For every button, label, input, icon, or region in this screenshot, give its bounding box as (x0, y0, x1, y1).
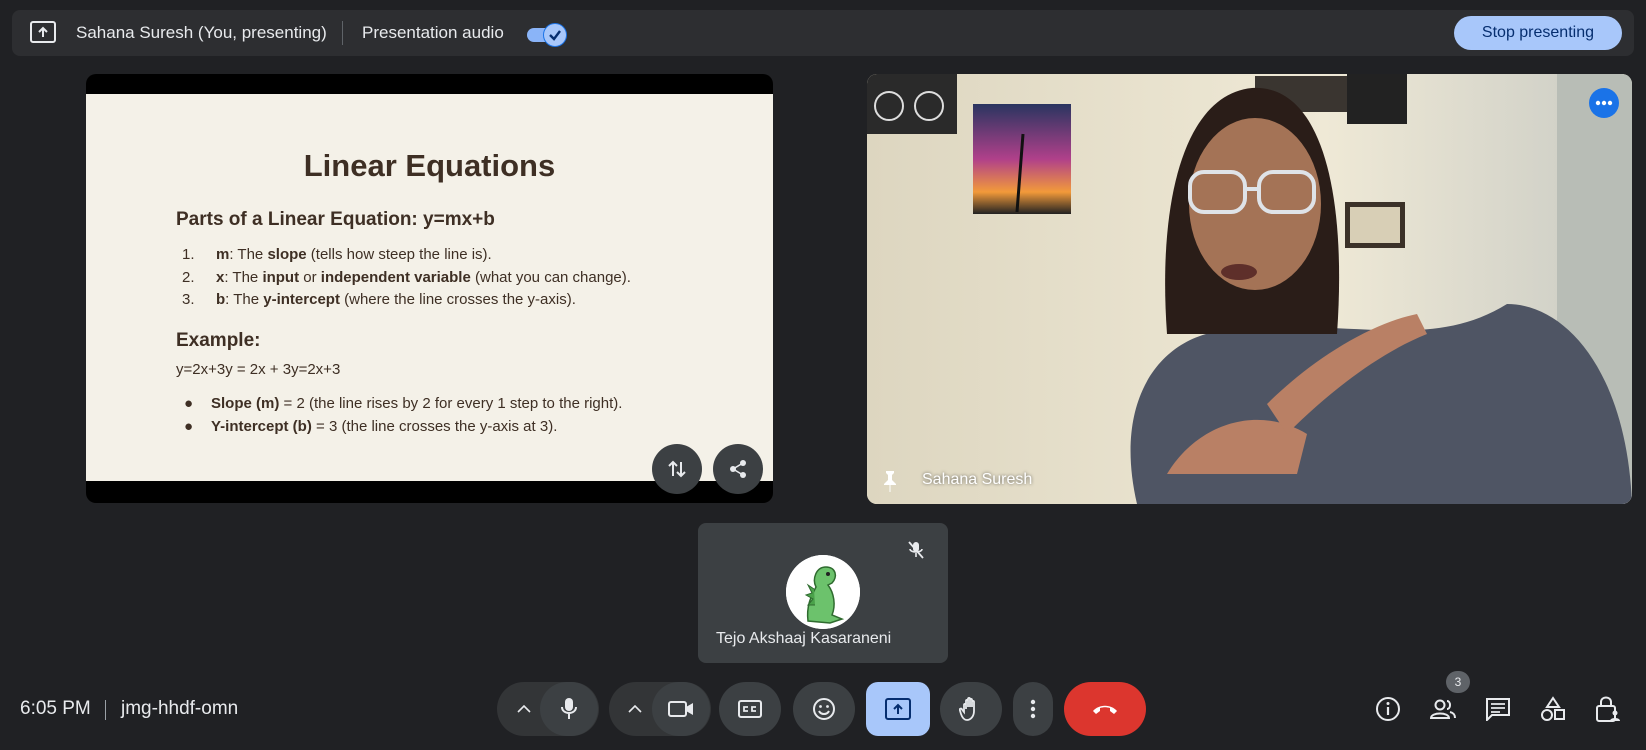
avatar (786, 555, 860, 629)
share-button[interactable] (713, 444, 763, 494)
video-settings-caret[interactable] (615, 682, 655, 736)
leave-call-button[interactable] (1064, 682, 1146, 736)
list-number: 3. (182, 291, 195, 308)
example-heading: Example: (176, 330, 261, 351)
share-icon (730, 460, 746, 478)
bullet-text: = 2 (the line rises by 2 for every 1 ste… (279, 395, 623, 412)
closed-captions-icon (738, 700, 762, 718)
raise-hand-button[interactable] (940, 682, 1002, 736)
list-text: : The (229, 246, 268, 263)
participant-name: Tejo Akshaaj Kasaraneni (716, 630, 892, 647)
list-item: ● Slope (m) = 2 (the line rises by 2 for … (184, 395, 623, 412)
pin-icon[interactable] (880, 469, 900, 493)
list-text: : The (224, 268, 263, 286)
list-text: (tells how steep the line is). (306, 246, 492, 263)
meeting-details-button[interactable] (1373, 694, 1403, 724)
end-call-icon (1093, 705, 1117, 714)
bullet-bold: Y-intercept (b) (211, 417, 312, 435)
bullet-text: = 3 (the line crosses the y-axis at 3). (311, 417, 558, 435)
chat-icon (1486, 698, 1510, 721)
activities-button[interactable] (1538, 694, 1568, 724)
list-bold: y-intercept (263, 291, 340, 308)
mic-off-icon (908, 541, 924, 559)
swap-layout-button[interactable] (652, 444, 702, 494)
reactions-button[interactable] (793, 682, 855, 736)
microphone-button[interactable] (540, 682, 598, 736)
presentation-audio-toggle[interactable] (527, 23, 571, 47)
more-horizontal-icon (1595, 100, 1613, 106)
meeting-code: jmg-hhdf-omn (121, 698, 239, 719)
chat-button[interactable] (1483, 694, 1513, 724)
divider (342, 21, 343, 45)
list-number: 1. (182, 246, 195, 263)
chevron-up-icon (628, 705, 642, 713)
presentation-tile: Linear Equations Parts of a Linear Equat… (86, 74, 773, 503)
list-term: b (216, 291, 226, 308)
swap-icon (668, 460, 686, 478)
list-text: (what you can change). (470, 268, 631, 286)
list-text: or (299, 268, 321, 286)
slide-title: Linear Equations (303, 148, 556, 183)
bullet-bold: Slope (m) (211, 395, 280, 412)
microphone-icon (561, 698, 577, 719)
chevron-up-icon (517, 705, 531, 713)
host-controls-button[interactable] (1593, 694, 1623, 724)
emoji-icon (813, 698, 835, 720)
list-bold: independent variable (320, 268, 471, 286)
shapes-icon (1541, 696, 1565, 721)
people-button[interactable] (1428, 694, 1458, 724)
stop-presenting-button[interactable]: Stop presenting (1453, 16, 1622, 50)
lock-person-icon (1596, 696, 1620, 722)
list-term: m (216, 246, 230, 263)
example-equation: y=2x+3y = 2x + 3y=2x+3 (176, 361, 341, 378)
people-icon (1429, 699, 1456, 719)
captions-button[interactable] (719, 682, 781, 736)
people-count-badge: 3 (1446, 671, 1470, 693)
slide: Linear Equations Parts of a Linear Equat… (86, 94, 773, 481)
camera-participant-name: Sahana Suresh (922, 471, 1033, 488)
presenter-label: Sahana Suresh (You, presenting) (76, 23, 327, 42)
audio-settings-caret[interactable] (504, 682, 544, 736)
present-to-all-icon (885, 698, 911, 720)
camera-button[interactable] (652, 682, 710, 736)
hand-icon (959, 696, 975, 721)
list-bold: slope (267, 246, 307, 263)
camera-video-tile (867, 74, 1632, 504)
present-screen-button[interactable] (866, 682, 930, 736)
slide-numbered-list: 1. m: The slope (tells how steep the line… (182, 244, 631, 312)
presentation-audio-label: Presentation audio (362, 23, 504, 42)
divider (105, 700, 106, 720)
more-vertical-icon (1030, 699, 1036, 719)
info-icon (1376, 697, 1400, 721)
check-icon (543, 23, 567, 47)
slide-bullet-list: ● Slope (m) = 2 (the line rises by 2 for … (184, 393, 622, 438)
dinosaur-avatar-image (786, 555, 860, 629)
meeting-time: 6:05 PM (20, 698, 91, 719)
camera-feed-image (867, 74, 1632, 504)
tile-more-options-button[interactable] (1589, 88, 1619, 118)
list-text: (where the line crosses the y-axis). (339, 291, 576, 308)
participant-tile[interactable]: Tejo Akshaaj Kasaraneni (698, 523, 948, 663)
presenting-bar: Sahana Suresh (You, presenting) Presenta… (12, 10, 1634, 56)
slide-subtitle: Parts of a Linear Equation: y=mx+b (176, 209, 495, 230)
list-bold: input (262, 268, 300, 286)
list-item: 2. x: The input or independent variable (… (182, 267, 631, 290)
list-item: 1. m: The slope (tells how steep the line… (182, 244, 631, 267)
list-item: ● Y-intercept (b) = 3 (the line crosses t… (184, 417, 558, 435)
list-number: 2. (182, 268, 195, 286)
video-camera-icon (668, 701, 693, 717)
more-options-button[interactable] (1013, 682, 1053, 736)
list-text: : The (225, 291, 264, 308)
list-item: 3. b: The y-intercept (where the line cro… (182, 289, 631, 312)
present-screen-icon (30, 21, 56, 43)
